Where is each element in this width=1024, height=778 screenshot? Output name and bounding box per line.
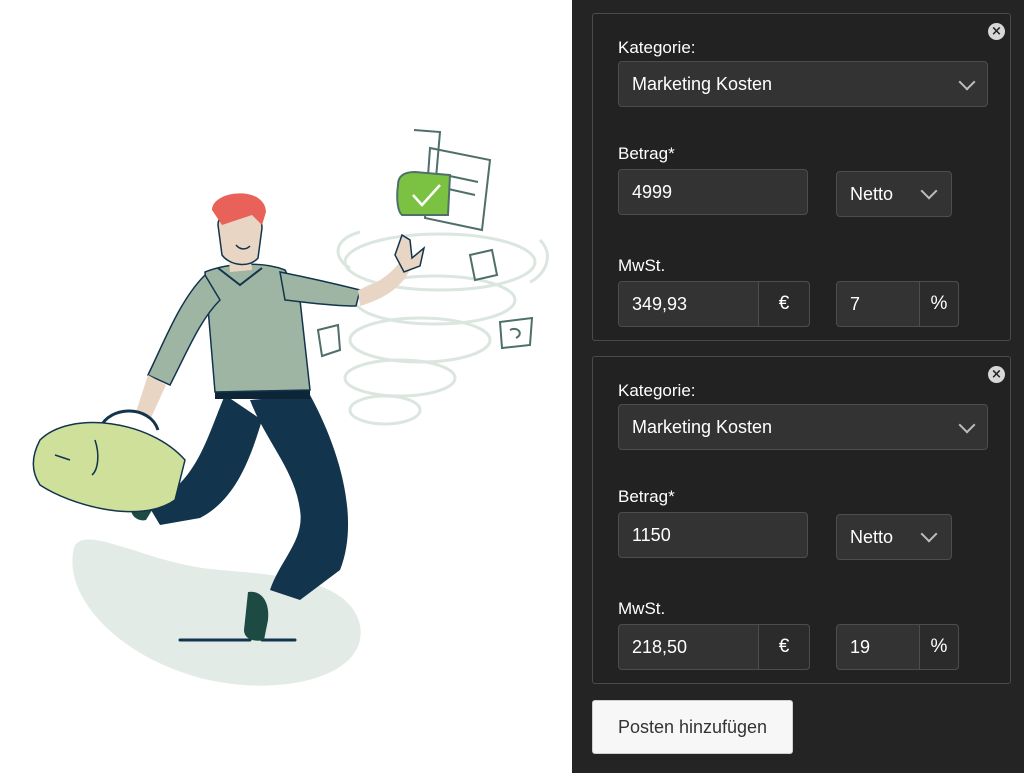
mwst-rate-input[interactable]: 7 % (836, 281, 959, 327)
add-item-button[interactable]: Posten hinzufügen (592, 700, 793, 754)
illustration-area (0, 0, 572, 773)
betrag-input[interactable]: 4999 (618, 169, 808, 215)
percent-addon: % (919, 624, 959, 670)
cost-item-card: × Kategorie: Marketing Kosten Betrag* 49… (592, 13, 1011, 341)
netto-brutto-select[interactable]: Netto (836, 171, 952, 217)
chevron-down-icon (958, 73, 976, 91)
mwst-rate-value: 19 (850, 637, 871, 657)
mode-value: Netto (850, 184, 894, 204)
percent-addon: % (919, 281, 959, 327)
kategorie-value: Marketing Kosten (632, 74, 773, 94)
chevron-down-icon (920, 525, 938, 543)
cost-item-card: × Kategorie: Marketing Kosten Betrag* 11… (592, 356, 1011, 684)
netto-brutto-select[interactable]: Netto (836, 514, 952, 560)
mwst-amount-input[interactable]: 349,93 € (618, 281, 810, 327)
mwst-rate-value: 7 (850, 294, 861, 314)
chevron-down-icon (920, 182, 938, 200)
kategorie-value: Marketing Kosten (632, 417, 773, 437)
mwst-label: MwSt. (618, 256, 666, 275)
chevron-down-icon (958, 416, 976, 434)
mwst-label: MwSt. (618, 599, 666, 618)
betrag-input[interactable]: 1150 (618, 512, 808, 558)
euro-addon: € (758, 624, 810, 670)
mode-value: Netto (850, 527, 894, 547)
flying-documents (316, 129, 534, 358)
betrag-value: 1150 (632, 525, 671, 545)
betrag-label: Betrag* (618, 487, 675, 506)
kategorie-label: Kategorie: (618, 38, 696, 57)
cost-items-panel: × Kategorie: Marketing Kosten Betrag* 49… (572, 0, 1024, 773)
jumping-man-illustration (32, 129, 549, 686)
kategorie-select[interactable]: Marketing Kosten (618, 404, 988, 450)
betrag-label: Betrag* (618, 144, 675, 163)
mwst-amount-input[interactable]: 218,50 € (618, 624, 810, 670)
betrag-value: 4999 (632, 182, 673, 202)
close-circle-icon[interactable]: × (988, 23, 1005, 40)
check-card (396, 170, 452, 216)
mwst-amount-value: 349,93 (632, 294, 688, 314)
close-circle-icon[interactable]: × (988, 366, 1005, 383)
mwst-rate-input[interactable]: 19 % (836, 624, 959, 670)
kategorie-label: Kategorie: (618, 381, 696, 400)
kategorie-select[interactable]: Marketing Kosten (618, 61, 988, 107)
euro-addon: € (758, 281, 810, 327)
mwst-amount-value: 218,50 (632, 637, 688, 657)
